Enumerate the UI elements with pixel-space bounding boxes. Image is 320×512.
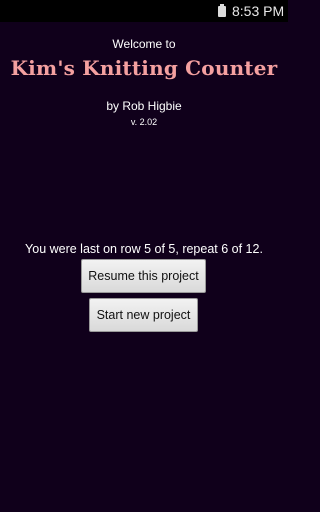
welcome-text: Welcome to [112,37,176,51]
status-bar: 8:53 PM [0,0,288,22]
author-text: by Rob Higbie [106,99,182,113]
status-clock: 8:53 PM [232,3,285,19]
app-title: Kim's Knitting Counter [10,56,278,80]
battery-icon [218,4,226,17]
resume-project-button[interactable]: Resume this project [81,259,206,293]
start-new-project-button[interactable]: Start new project [89,298,198,332]
version-text: v. 2.02 [130,117,158,127]
last-row-status: You were last on row 5 of 5, repeat 6 of… [25,242,263,256]
